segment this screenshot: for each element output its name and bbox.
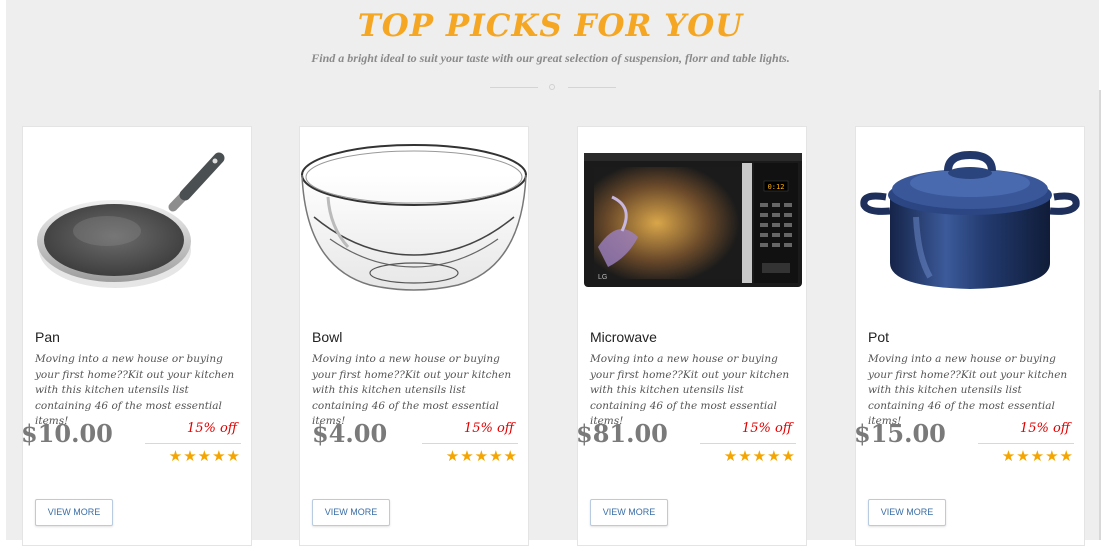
product-description: Moving into a new house or buying your f… <box>868 353 1068 427</box>
pot-image <box>860 150 1080 289</box>
star-rating-icon: ★★★★★ <box>168 448 241 465</box>
product-price: $15.00 <box>854 419 946 448</box>
view-more-button[interactable]: VIEW MORE <box>35 499 113 526</box>
product-card-pan: Pan Moving into a new house or buying yo… <box>21 126 252 546</box>
product-name: Pan <box>35 329 60 345</box>
product-description: Moving into a new house or buying your f… <box>312 353 512 427</box>
product-name: Pot <box>868 329 890 345</box>
discount-label: 15% off <box>463 421 514 436</box>
product-description: Moving into a new house or buying your f… <box>35 353 235 427</box>
product-name: Microwave <box>590 329 657 345</box>
discount-label: 15% off <box>186 421 237 436</box>
divider-left <box>490 87 538 88</box>
price-divider <box>700 443 796 444</box>
section-title: TOP PICKS FOR YOU <box>357 8 744 44</box>
microwave-image: 0:12 LG <box>584 153 802 287</box>
glass-bowl-image <box>301 144 527 291</box>
frying-pan-image <box>37 152 225 288</box>
divider-dot-icon <box>549 84 555 90</box>
view-more-button[interactable]: VIEW MORE <box>868 499 946 526</box>
price-divider <box>422 443 518 444</box>
star-rating-icon: ★★★★★ <box>1001 448 1074 465</box>
star-rating-icon: ★★★★★ <box>445 448 518 465</box>
product-price: $10.00 <box>21 419 113 448</box>
divider-right <box>568 87 616 88</box>
view-more-button[interactable]: VIEW MORE <box>590 499 668 526</box>
product-card-pot: Pot Moving into a new house or buying yo… <box>854 126 1085 546</box>
product-description: Moving into a new house or buying your f… <box>590 353 790 427</box>
svg-text:LG: LG <box>598 274 607 281</box>
product-name: Bowl <box>312 329 343 345</box>
view-more-button[interactable]: VIEW MORE <box>312 499 390 526</box>
price-divider <box>145 443 241 444</box>
section-subtitle: Find a bright ideal to suit your taste w… <box>311 51 790 65</box>
svg-text:0:12: 0:12 <box>768 183 785 191</box>
star-rating-icon: ★★★★★ <box>723 448 796 465</box>
discount-label: 15% off <box>741 421 792 436</box>
discount-label: 15% off <box>1019 421 1070 436</box>
product-card-microwave: 0:12 LG Microwave Moving into a new hous… <box>576 126 807 546</box>
product-price: $4.00 <box>312 419 388 448</box>
product-price: $81.00 <box>576 419 668 448</box>
price-divider <box>978 443 1074 444</box>
product-card-bowl: Bowl Moving into a new house or buying y… <box>299 126 529 546</box>
